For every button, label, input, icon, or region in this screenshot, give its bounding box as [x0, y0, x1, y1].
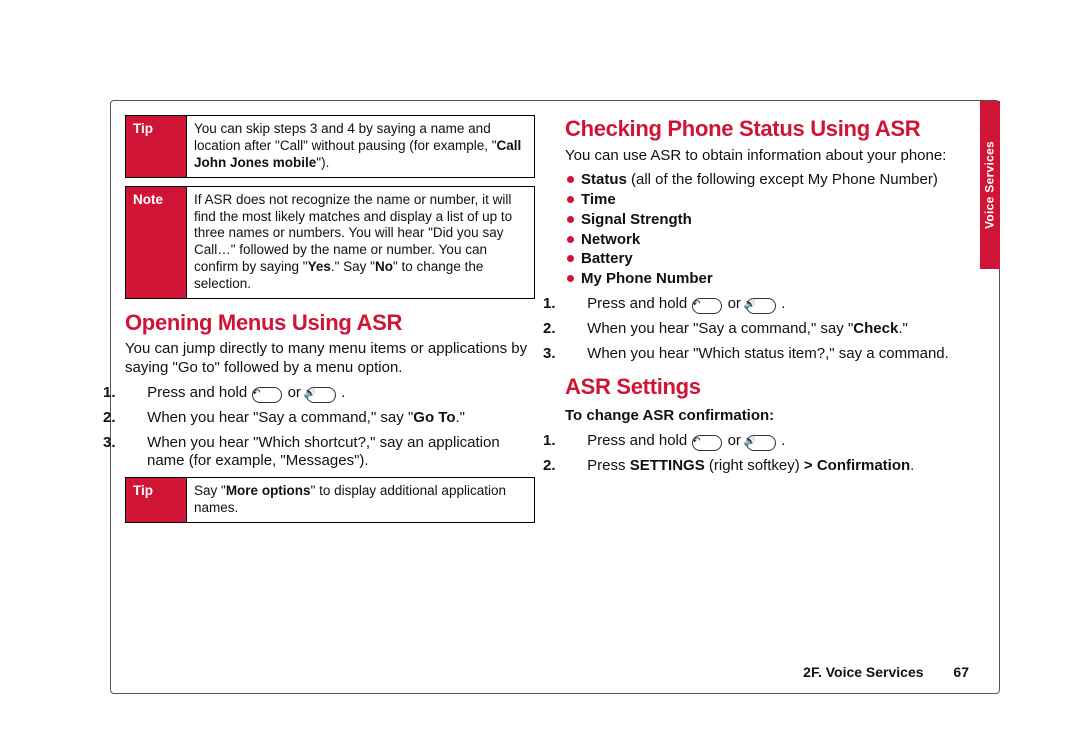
manual-page-frame: Voice Services Tip You can skip steps 3 …: [110, 100, 1000, 694]
settings-step-1: 1. Press and hold ↶ or 🔊 .: [565, 432, 975, 451]
call-key-icon: ↶: [692, 435, 722, 451]
left-column: Tip You can skip steps 3 and 4 by saying…: [125, 115, 535, 679]
tip-callout-2: Tip Say "More options" to display additi…: [125, 477, 535, 523]
status-steps: 1. Press and hold ↶ or 🔊 . 2. When you h…: [565, 295, 975, 364]
footer-page-number: 67: [953, 664, 969, 680]
settings-steps: 1. Press and hold ↶ or 🔊 . 2. Press SETT…: [565, 432, 975, 476]
tip-callout-1: Tip You can skip steps 3 and 4 by saying…: [125, 115, 535, 178]
settings-step-2: 2. Press SETTINGS (right softkey) > Conf…: [565, 457, 975, 476]
bullet-signal: Signal Strength: [565, 211, 975, 230]
note-text: If ASR does not recognize the name or nu…: [187, 186, 535, 298]
call-key-icon: ↶: [252, 387, 282, 403]
speaker-key-icon: 🔊: [746, 435, 776, 451]
footer-section: 2F. Voice Services: [803, 664, 923, 680]
heading-checking-status: Checking Phone Status Using ASR: [565, 115, 975, 143]
speaker-key-icon: 🔊: [746, 298, 776, 314]
settings-subheading: To change ASR confirmation:: [565, 407, 975, 426]
tip-label-2: Tip: [126, 478, 187, 523]
bullet-time: Time: [565, 191, 975, 210]
bullet-network: Network: [565, 231, 975, 250]
step-1: 1. Press and hold ↶ or 🔊 .: [125, 384, 535, 403]
note-label: Note: [126, 186, 187, 298]
status-intro: You can use ASR to obtain information ab…: [565, 147, 975, 166]
status-bullets: Status (all of the following except My P…: [565, 171, 975, 289]
right-column: Checking Phone Status Using ASR You can …: [565, 115, 975, 679]
tip-label: Tip: [126, 116, 187, 178]
step-2: 2. When you hear "Say a command," say "G…: [125, 409, 535, 428]
heading-asr-settings: ASR Settings: [565, 373, 975, 401]
note-callout: Note If ASR does not recognize the name …: [125, 186, 535, 299]
bullet-phone-number: My Phone Number: [565, 270, 975, 289]
step-3: 3. When you hear "Which shortcut?," say …: [125, 434, 535, 472]
tip-text-2: Say "More options" to display additional…: [187, 478, 535, 523]
side-tab-voice-services: Voice Services: [980, 101, 1000, 269]
speaker-key-icon: 🔊: [306, 387, 336, 403]
heading-opening-menus: Opening Menus Using ASR: [125, 309, 535, 337]
bullet-status: Status (all of the following except My P…: [565, 171, 975, 190]
opening-intro: You can jump directly to many menu items…: [125, 340, 535, 378]
status-step-1: 1. Press and hold ↶ or 🔊 .: [565, 295, 975, 314]
tip-text: You can skip steps 3 and 4 by saying a n…: [187, 116, 535, 178]
status-step-2: 2. When you hear "Say a command," say "C…: [565, 320, 975, 339]
bullet-battery: Battery: [565, 250, 975, 269]
call-key-icon: ↶: [692, 298, 722, 314]
status-step-3: 3. When you hear "Which status item?," s…: [565, 345, 975, 364]
page-footer: 2F. Voice Services 67: [803, 664, 969, 682]
opening-steps: 1. Press and hold ↶ or 🔊 . 2. When you h…: [125, 384, 535, 471]
